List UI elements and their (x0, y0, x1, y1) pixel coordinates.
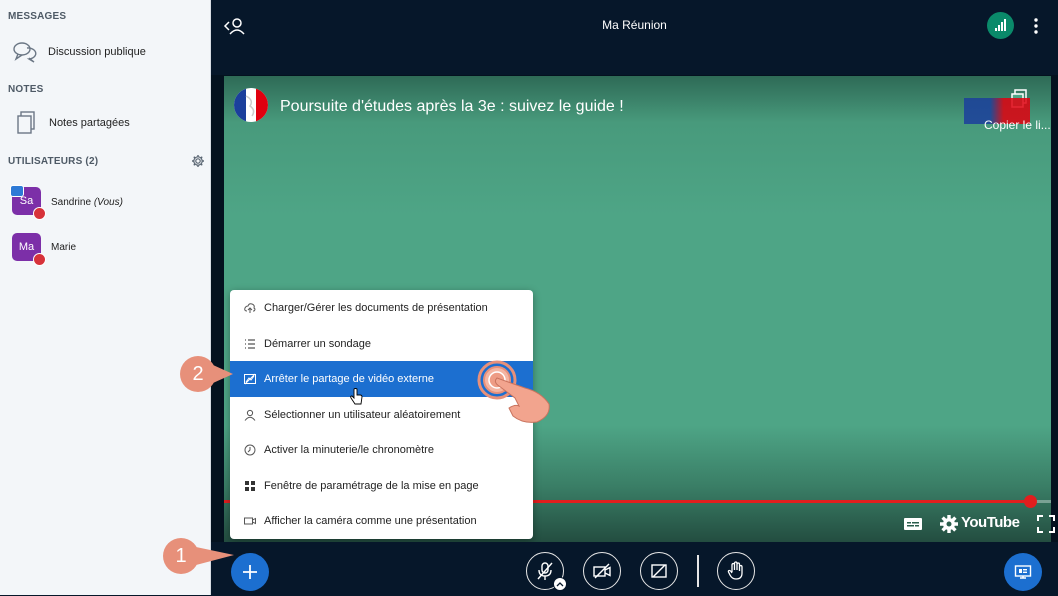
sidebar-item-label: Discussion publique (48, 46, 146, 58)
camera-off-icon (593, 563, 611, 579)
share-screen-button[interactable] (640, 552, 678, 590)
menu-item-label: Fenêtre de paramétrage de la mise en pag… (264, 480, 479, 492)
users-section-title: UTILISATEURS (2) (8, 156, 99, 167)
timer-icon (244, 444, 256, 456)
menu-item-layout-settings[interactable]: Fenêtre de paramétrage de la mise en pag… (230, 468, 533, 504)
bottom-action-bar (211, 542, 1058, 595)
more-options-icon[interactable] (1031, 17, 1041, 35)
audio-options-caret-icon[interactable] (553, 577, 567, 591)
notes-icon (17, 111, 35, 134)
cursor-hand-icon (350, 388, 363, 405)
chat-icon (13, 42, 37, 63)
presentation-icon (1014, 565, 1032, 579)
sidebar: MESSAGES Discussion publique NOTES Notes… (0, 0, 211, 595)
user-name: Marie (51, 242, 77, 253)
mic-muted-icon (537, 562, 553, 580)
mic-muted-icon (33, 207, 46, 220)
menu-item-label: Activer la minuterie/le chronomètre (264, 444, 434, 456)
user-list-item[interactable]: Sa Sandrine (Vous) (0, 184, 210, 220)
layout-icon (245, 481, 255, 491)
tap-gesture-icon (477, 360, 550, 423)
external-video-icon (244, 373, 256, 385)
menu-item-manage-presentations[interactable]: Charger/Gérer les documents de présentat… (230, 290, 533, 326)
messages-section-title: MESSAGES (8, 11, 67, 22)
mic-muted-icon (33, 253, 46, 266)
connection-status-button[interactable] (987, 12, 1014, 39)
channel-logo-icon (234, 88, 268, 122)
upload-icon (244, 303, 256, 313)
poll-icon (245, 339, 255, 349)
sidebar-item-public-chat[interactable]: Discussion publique (0, 36, 210, 68)
menu-item-label: Sélectionner un utilisateur aléatoiremen… (264, 409, 461, 421)
notes-section-title: NOTES (8, 84, 44, 95)
plus-icon (243, 565, 257, 579)
user-icon (244, 409, 256, 421)
menu-item-camera-as-content[interactable]: Afficher la caméra comme une présentatio… (230, 503, 533, 539)
gear-icon[interactable] (191, 154, 205, 168)
raise-hand-icon (727, 561, 743, 580)
raise-hand-button[interactable] (717, 552, 755, 590)
menu-item-label: Afficher la caméra comme une présentatio… (264, 515, 477, 527)
presenter-icon (10, 185, 24, 197)
toolbar-divider (697, 555, 699, 587)
menu-item-label: Démarrer un sondage (264, 338, 372, 350)
top-bar: Ma Réunion (211, 0, 1058, 52)
fullscreen-icon[interactable] (1037, 514, 1055, 534)
subtitles-icon[interactable] (903, 514, 923, 534)
menu-item-label: Charger/Gérer les documents de présentat… (264, 302, 488, 314)
signal-bars-icon (995, 19, 1006, 31)
sidebar-item-shared-notes[interactable]: Notes partagées (0, 107, 210, 139)
sidebar-item-label: Notes partagées (49, 117, 130, 129)
menu-item-timer[interactable]: Activer la minuterie/le chronomètre (230, 432, 533, 468)
youtube-logo[interactable]: YouTube (961, 514, 1020, 531)
copy-link-label[interactable]: Copier le li... (984, 118, 1051, 132)
meeting-title: Ma Réunion (602, 18, 667, 32)
share-webcam-button[interactable] (583, 552, 621, 590)
restore-presentation-button[interactable] (1004, 553, 1042, 591)
video-title: Poursuite d'études après la 3e : suivez … (280, 98, 624, 115)
menu-item-label: Arrêter le partage de vidéo externe (264, 373, 434, 385)
camera-icon (244, 517, 256, 525)
user-name: Sandrine (Vous) (51, 197, 123, 208)
menu-item-start-poll[interactable]: Démarrer un sondage (230, 326, 533, 362)
video-progress-handle[interactable] (1024, 495, 1038, 508)
settings-icon[interactable] (939, 514, 959, 534)
user-list-item[interactable]: Ma Marie (0, 230, 210, 266)
screen-share-off-icon (651, 564, 667, 578)
